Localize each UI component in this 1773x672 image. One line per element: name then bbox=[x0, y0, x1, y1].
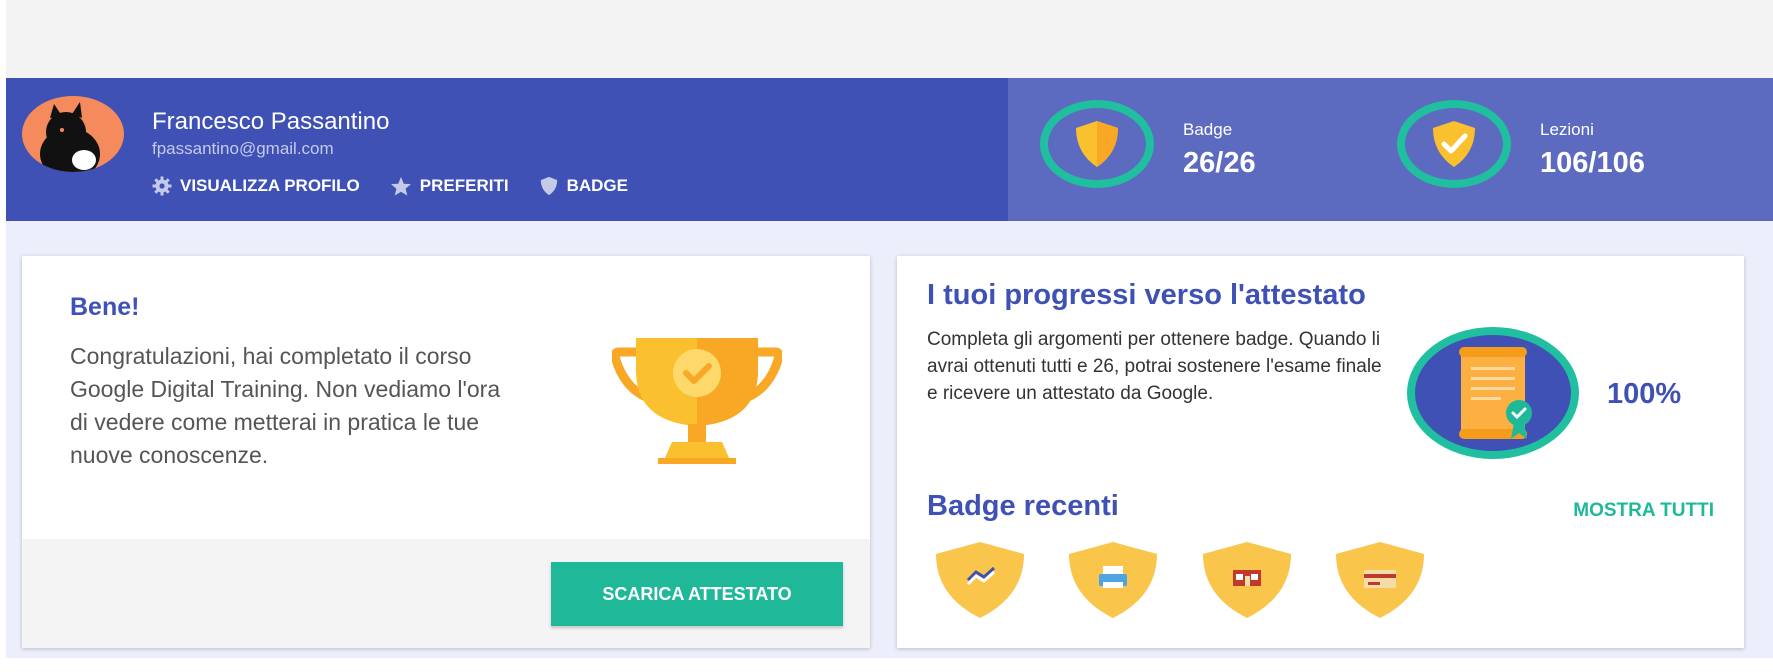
card-badge-icon[interactable] bbox=[1334, 540, 1426, 620]
lessons-stat-value: 106/106 bbox=[1540, 147, 1645, 179]
congrats-card: Bene! Congratulazioni, hai completato il… bbox=[22, 256, 870, 648]
stats-header: Badge 26/26 Lezioni 106/106 bbox=[1008, 78, 1773, 221]
shield-icon bbox=[540, 176, 557, 196]
user-email: fpassantino@gmail.com bbox=[152, 139, 334, 158]
progress-description: Completa gli argomenti per ottenere badg… bbox=[927, 329, 1382, 404]
badge-stat-label: Badge bbox=[1183, 120, 1233, 139]
view-profile-label: VISUALIZZA PROFILO bbox=[180, 176, 360, 195]
badge-stat-value: 26/26 bbox=[1183, 147, 1256, 179]
lessons-stat: Lezioni 106/106 bbox=[1397, 100, 1645, 188]
top-strip bbox=[6, 0, 1773, 78]
avatar[interactable] bbox=[22, 96, 124, 172]
bottom-strip bbox=[0, 658, 1773, 672]
download-certificate-button[interactable]: SCARICA ATTESTATO bbox=[551, 562, 843, 626]
gear-icon bbox=[152, 176, 172, 196]
progress-title: I tuoi progressi verso l'attestato bbox=[927, 279, 1366, 311]
store-badge-icon[interactable] bbox=[1201, 540, 1293, 620]
lessons-stat-label: Lezioni bbox=[1540, 120, 1594, 139]
congrats-message: Congratulazioni, hai completato il corso… bbox=[70, 343, 501, 468]
certificate-progress-ring bbox=[1407, 327, 1579, 459]
favorites-label: PREFERITI bbox=[419, 176, 509, 195]
lessons-stat-ring bbox=[1397, 100, 1511, 188]
progress-card: I tuoi progressi verso l'attestato Compl… bbox=[897, 256, 1744, 648]
printer-badge-icon[interactable] bbox=[1067, 540, 1159, 620]
recent-badges-title: Badge recenti bbox=[927, 490, 1119, 522]
badge-label: BADGE bbox=[566, 176, 628, 195]
check-shield-icon bbox=[1433, 121, 1475, 167]
profile-header: Francesco Passantino fpassantino@gmail.c… bbox=[6, 78, 1008, 221]
congrats-title: Bene! bbox=[70, 293, 140, 321]
chart-badge-icon[interactable] bbox=[934, 540, 1026, 620]
profile-links: VISUALIZZA PROFILO PREFERITI BADGE bbox=[152, 176, 658, 196]
star-icon bbox=[390, 176, 411, 196]
progress-percent: 100% bbox=[1607, 378, 1682, 410]
shield-icon bbox=[1076, 121, 1118, 167]
badge-stat-ring bbox=[1040, 100, 1154, 188]
favorites-link[interactable]: PREFERITI bbox=[390, 176, 509, 196]
badge-link[interactable]: BADGE bbox=[539, 176, 628, 196]
trophy-icon bbox=[612, 338, 782, 464]
badge-stat: Badge 26/26 bbox=[1040, 100, 1256, 188]
user-name: Francesco Passantino bbox=[152, 108, 390, 135]
show-all-link[interactable]: MOSTRA TUTTI bbox=[1573, 500, 1714, 522]
certificate-icon bbox=[1459, 347, 1532, 439]
view-profile-link[interactable]: VISUALIZZA PROFILO bbox=[152, 176, 360, 196]
